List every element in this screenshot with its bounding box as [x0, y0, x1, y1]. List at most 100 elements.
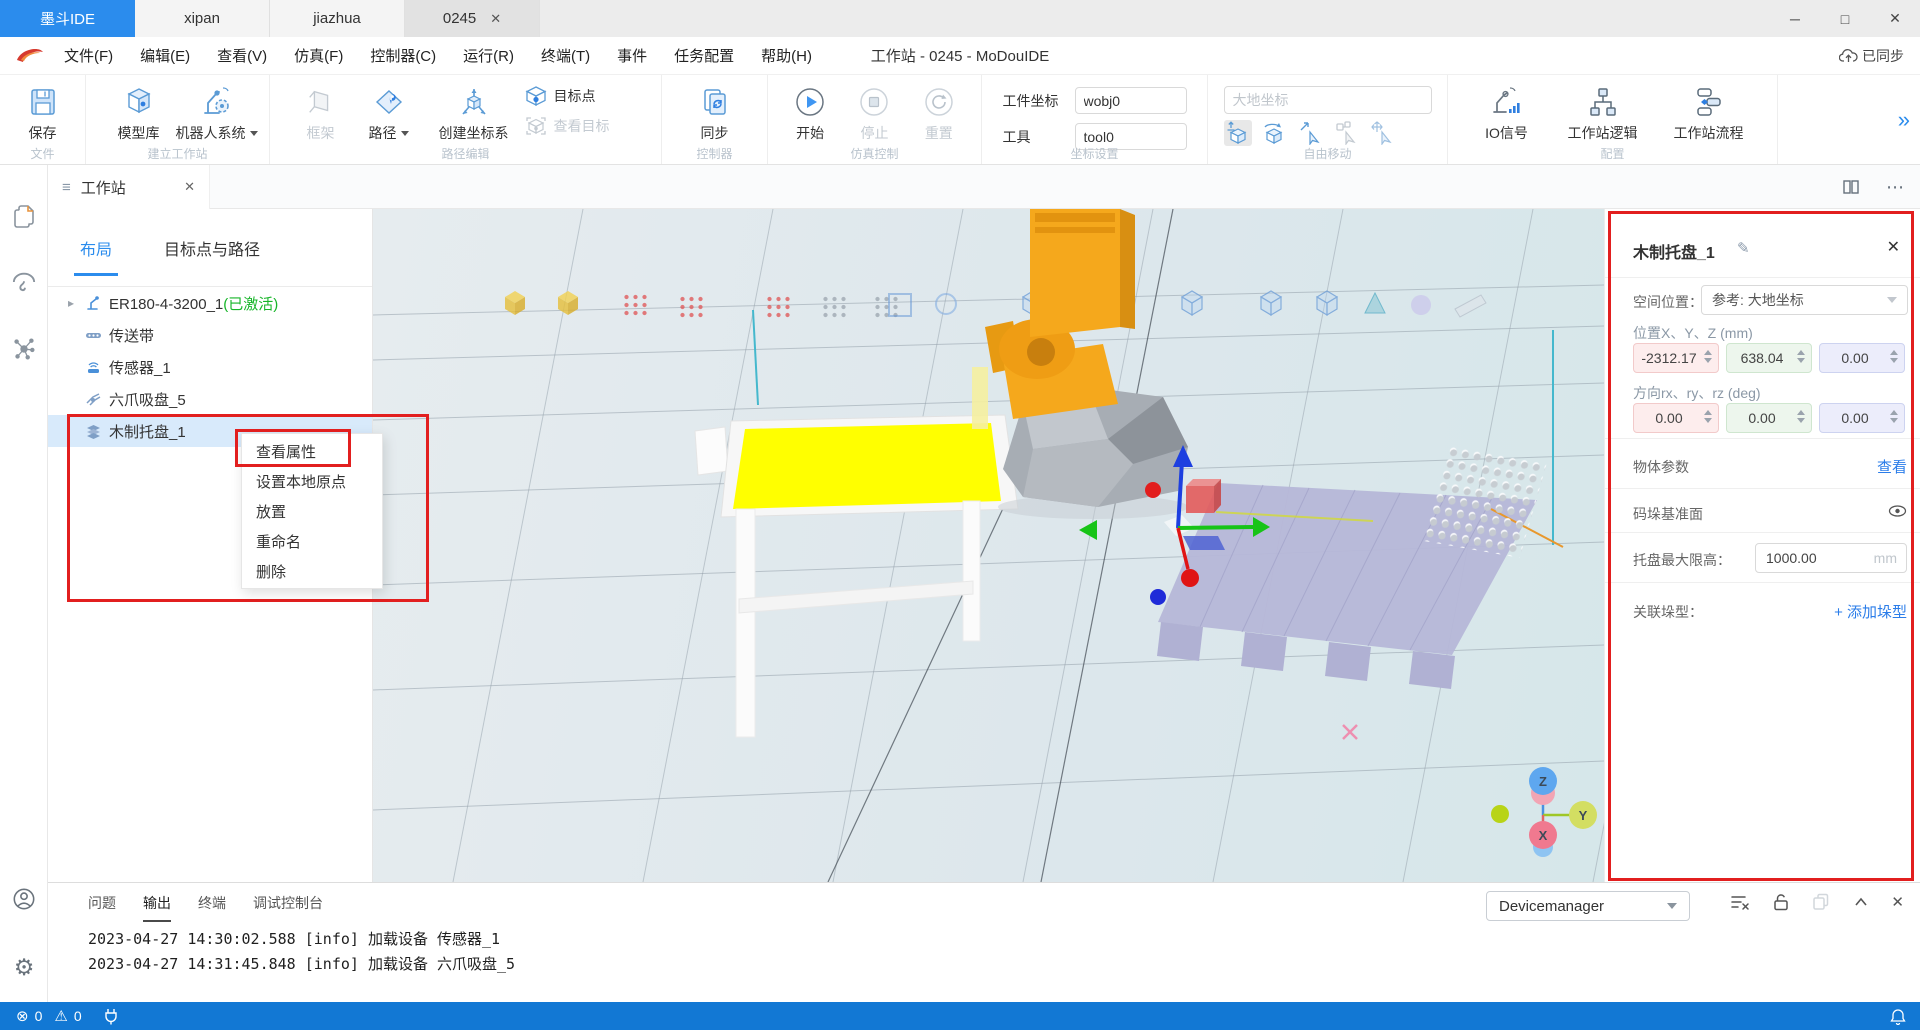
- doc-tab-0245[interactable]: 0245 ✕: [405, 0, 540, 37]
- path-button[interactable]: 路径: [354, 81, 424, 143]
- free-rotate-tool-icon[interactable]: [1368, 120, 1396, 146]
- context-menu-view-properties[interactable]: 查看属性: [242, 436, 382, 466]
- position-z-input[interactable]: [1819, 343, 1905, 373]
- warning-icon[interactable]: ⚠: [54, 1007, 67, 1025]
- gear-icon[interactable]: ⚙: [12, 955, 36, 979]
- io-signal-button[interactable]: IO信号: [1464, 81, 1550, 143]
- start-button[interactable]: 开始: [778, 81, 842, 143]
- bell-icon[interactable]: [1890, 1008, 1906, 1025]
- menu-run[interactable]: 运行(R): [463, 45, 514, 66]
- plug-icon[interactable]: [104, 1008, 118, 1025]
- more-icon[interactable]: ⋯: [1886, 177, 1904, 198]
- sync-button[interactable]: 同步: [676, 81, 754, 143]
- context-menu-rename[interactable]: 重命名: [242, 526, 382, 556]
- reference-select[interactable]: 参考: 大地坐标: [1701, 285, 1908, 315]
- stop-button[interactable]: 停止: [842, 81, 906, 143]
- copy-icon[interactable]: [1811, 892, 1831, 912]
- position-x-input[interactable]: [1633, 343, 1719, 373]
- error-icon[interactable]: ⊗: [16, 1007, 29, 1025]
- doc-tab-xipan[interactable]: xipan: [135, 0, 270, 37]
- world-coord-input[interactable]: [1224, 86, 1432, 114]
- view-target-button[interactable]: 查看目标: [524, 115, 644, 137]
- context-menu-set-local-origin[interactable]: 设置本地原点: [242, 466, 382, 496]
- app-tab[interactable]: 墨斗IDE: [0, 0, 135, 37]
- close-icon[interactable]: ✕: [1887, 237, 1900, 257]
- doc-tab-jiazhua[interactable]: jiazhua: [270, 0, 405, 37]
- frame-button[interactable]: 框架: [288, 81, 354, 143]
- toolbar-collapse-icon[interactable]: »: [1898, 107, 1910, 133]
- menu-terminal[interactable]: 终端(T): [541, 45, 590, 66]
- close-icon[interactable]: ✕: [184, 179, 195, 195]
- tree-item-robot[interactable]: ▸ ER180-4-3200_1(已激活): [48, 287, 372, 319]
- tab-targets-paths[interactable]: 目标点与路径: [164, 236, 260, 260]
- spinner-arrows[interactable]: [1890, 350, 1898, 363]
- close-icon[interactable]: ✕: [1891, 893, 1904, 911]
- tab-output[interactable]: 输出: [143, 893, 171, 913]
- save-button[interactable]: 保存: [10, 81, 75, 143]
- menu-controller[interactable]: 控制器(C): [370, 45, 436, 66]
- rotate-tool-icon[interactable]: [1260, 120, 1288, 146]
- tree-item-sensor[interactable]: 传感器_1: [48, 351, 372, 383]
- reset-button[interactable]: 重置: [907, 81, 971, 143]
- workpiece-coord-input[interactable]: [1075, 87, 1187, 114]
- minimize-button[interactable]: ─: [1770, 0, 1820, 37]
- user-icon[interactable]: [12, 887, 36, 911]
- pencil-icon[interactable]: ✎: [1737, 239, 1750, 257]
- lock-icon[interactable]: [1771, 892, 1791, 912]
- output-source-select[interactable]: Devicemanager: [1486, 891, 1690, 921]
- spinner-arrows[interactable]: [1704, 350, 1712, 363]
- workspace-tab[interactable]: ≡ 工作站 ✕: [48, 165, 210, 209]
- target-point-button[interactable]: 目标点: [524, 85, 644, 107]
- station-flow-button[interactable]: 工作站流程: [1656, 81, 1762, 143]
- joint-move-tool-icon[interactable]: [1332, 120, 1360, 146]
- menu-help[interactable]: 帮助(H): [761, 45, 812, 66]
- collapse-panel-icon[interactable]: [1851, 892, 1871, 912]
- model-library-button[interactable]: 模型库: [100, 81, 178, 143]
- scale-tool-icon[interactable]: [1296, 120, 1324, 146]
- maximize-button[interactable]: □: [1820, 0, 1870, 37]
- tab-problems[interactable]: 问题: [88, 893, 116, 913]
- add-pattern-link[interactable]: + 添加垛型: [1834, 601, 1907, 622]
- translate-tool-icon[interactable]: [1224, 120, 1252, 146]
- gizmo-z-circle[interactable]: Z: [1529, 767, 1557, 795]
- pages-icon[interactable]: [12, 205, 36, 229]
- orientation-rx-input[interactable]: [1633, 403, 1719, 433]
- spinner-arrows[interactable]: [1890, 410, 1898, 423]
- position-y-input[interactable]: [1726, 343, 1812, 373]
- menu-simulation[interactable]: 仿真(F): [294, 45, 343, 66]
- gizmo-x-circle[interactable]: X: [1529, 821, 1557, 849]
- menu-edit[interactable]: 编辑(E): [140, 45, 190, 66]
- robot-arm-icon[interactable]: [12, 270, 36, 294]
- orientation-ry-input[interactable]: [1726, 403, 1812, 433]
- tab-terminal[interactable]: 终端: [198, 893, 226, 913]
- station-logic-button[interactable]: 工作站逻辑: [1550, 81, 1656, 143]
- menu-event[interactable]: 事件: [617, 45, 647, 66]
- orientation-rz-input[interactable]: [1819, 403, 1905, 433]
- max-height-input[interactable]: mm: [1755, 543, 1907, 573]
- split-columns-icon[interactable]: [1842, 178, 1860, 196]
- context-menu-place[interactable]: 放置: [242, 496, 382, 526]
- tree-item-gripper[interactable]: 六爪吸盘_5: [48, 383, 372, 415]
- view-orientation-gizmo[interactable]: Z Y X: [1485, 761, 1604, 861]
- clear-log-icon[interactable]: [1729, 892, 1751, 912]
- view-params-link[interactable]: 查看: [1877, 456, 1907, 477]
- create-coord-button[interactable]: 创建坐标系: [424, 81, 524, 143]
- tab-debug-console[interactable]: 调试控制台: [253, 893, 323, 913]
- gizmo-negy-circle[interactable]: [1491, 805, 1509, 823]
- robot-system-button[interactable]: 机器人系统: [178, 81, 256, 143]
- network-icon[interactable]: [12, 337, 36, 361]
- menu-task-config[interactable]: 任务配置: [674, 45, 734, 66]
- menu-file[interactable]: 文件(F): [64, 45, 113, 66]
- close-icon[interactable]: ✕: [490, 11, 501, 27]
- context-menu-delete[interactable]: 删除: [242, 556, 382, 586]
- close-window-button[interactable]: ✕: [1870, 0, 1920, 37]
- spinner-arrows[interactable]: [1704, 410, 1712, 423]
- menu-view[interactable]: 查看(V): [217, 45, 267, 66]
- spinner-arrows[interactable]: [1797, 350, 1805, 363]
- expand-arrow-icon[interactable]: ▸: [68, 296, 78, 310]
- gizmo-y-circle[interactable]: Y: [1569, 801, 1597, 829]
- viewport-canvas[interactable]: Z Y X: [373, 209, 1604, 882]
- tree-item-conveyor[interactable]: 传送带: [48, 319, 372, 351]
- spinner-arrows[interactable]: [1797, 410, 1805, 423]
- eye-icon[interactable]: [1888, 503, 1907, 519]
